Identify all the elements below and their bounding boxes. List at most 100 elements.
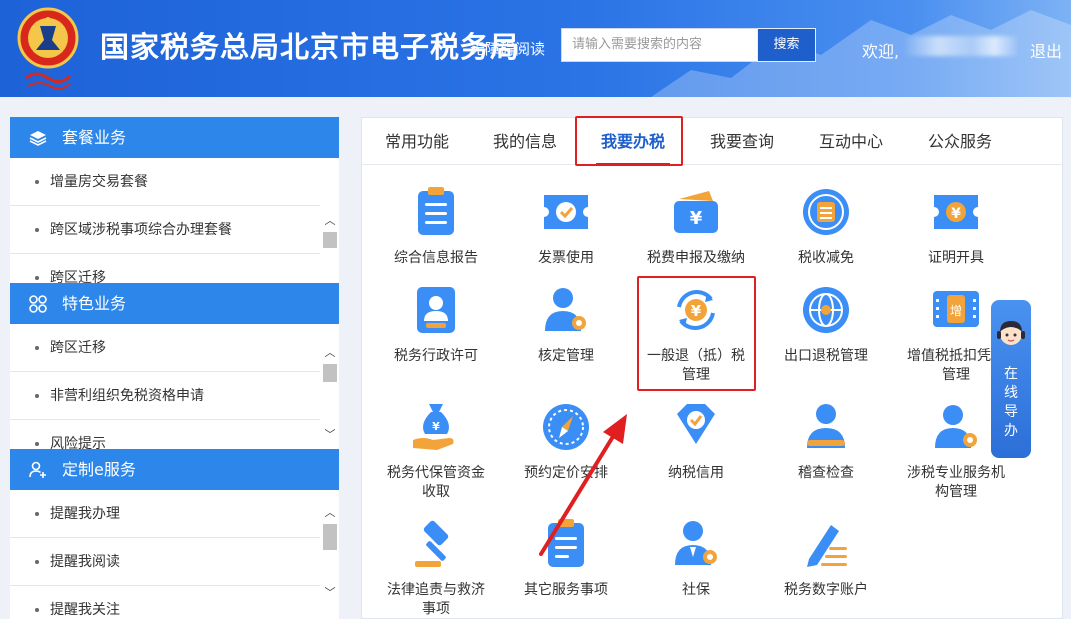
scroll-up-icon[interactable]: ︿ (323, 346, 337, 360)
service-export-refund[interactable]: 出口退税管理 (761, 283, 891, 366)
service-label: 稽查检查 (798, 465, 854, 481)
search-button[interactable]: 搜索 (757, 28, 816, 62)
scroll-thumb[interactable] (323, 232, 337, 248)
sidebar-item[interactable]: 风险提示 (10, 420, 320, 449)
service-social-security[interactable]: 社保 (631, 517, 761, 600)
user-gear-icon (935, 405, 977, 448)
sidebar-section-custom[interactable]: 定制e服务 (10, 449, 339, 490)
accessible-reading-link[interactable]: 无障碍阅读 (470, 38, 545, 59)
scrollbar[interactable]: ︿ ﹀ (323, 214, 337, 283)
sidebar-section-list: 跨区迁移 非营利组织免税资格申请 风险提示 ︿ ﹀ (10, 324, 339, 449)
tax-seal-icon (803, 189, 849, 235)
clipboard-icon (418, 187, 454, 235)
service-tax-credit[interactable]: 纳税信用 (631, 400, 761, 483)
globe-icon (803, 287, 849, 333)
red-arrow-annotation (539, 414, 627, 556)
refund-highlight-annotation (637, 276, 756, 391)
sidebar-item[interactable]: 增量房交易套餐 (10, 158, 320, 206)
money-bag-hand-icon: ¥ (413, 404, 454, 450)
sidebar-section-title: 套餐业务 (62, 128, 127, 147)
sidebar-item[interactable]: 非营利组织免税资格申请 (10, 372, 320, 420)
sidebar-section-featured[interactable]: 特色业务 (10, 283, 339, 324)
sidebar-section-list: 提醒我办理 提醒我阅读 提醒我关注 ︿ ﹀ (10, 490, 339, 619)
svg-text:¥: ¥ (690, 208, 703, 229)
service-digital-account[interactable]: 税务数字账户 (761, 517, 891, 600)
service-inspection[interactable]: 稽查检查 (761, 400, 891, 483)
scroll-thumb[interactable] (323, 524, 337, 550)
guide-char: 导 (1004, 404, 1018, 420)
tab-common[interactable]: 常用功能 (372, 118, 462, 165)
tab-bar: 常用功能 我的信息 我要办税 我要查询 互动中心 公众服务 (362, 118, 1062, 166)
svg-text:增: 增 (950, 304, 962, 318)
online-guide-widget[interactable]: 在 线 导 办 (991, 300, 1031, 458)
service-label: 税收减免 (798, 250, 854, 266)
scroll-up-icon[interactable]: ︿ (323, 214, 337, 228)
service-assessment-management[interactable]: 核定管理 (501, 283, 631, 366)
gavel-icon (415, 520, 449, 567)
service-label: 综合信息报告 (394, 250, 478, 266)
sidebar-item[interactable]: 提醒我关注 (10, 586, 320, 619)
logout-link[interactable]: 退出 (1030, 38, 1062, 62)
user-plus-icon (29, 461, 46, 478)
service-label: 出口退税管理 (784, 348, 868, 364)
service-label: 税费申报及缴纳 (647, 250, 745, 266)
sidebar-item[interactable]: 跨区域涉税事项综合办理套餐 (10, 206, 320, 254)
site-header: 国家税务总局北京市电子税务局 无障碍阅读 请输入需要搜索的内容 搜索 欢迎, 退… (0, 0, 1071, 97)
sidebar: 套餐业务 增量房交易套餐 跨区域涉税事项综合办理套餐 跨区迁移 ︿ ﹀ 特色业务… (10, 117, 339, 619)
diamond-check-icon (677, 404, 715, 444)
service-tax-reduction[interactable]: 税收减免 (761, 185, 891, 268)
sidebar-item[interactable]: 跨区迁移 (10, 254, 320, 283)
scrollbar[interactable]: ︿ ﹀ (323, 506, 337, 619)
service-label: 法律追责与救济事项 (387, 582, 485, 617)
scroll-thumb[interactable] (323, 364, 337, 382)
grid-icon (29, 295, 47, 313)
search-input[interactable]: 请输入需要搜索的内容 (561, 28, 757, 62)
tab-query[interactable]: 我要查询 (697, 118, 787, 165)
person-gear-icon (675, 521, 717, 565)
service-label: 税务数字账户 (784, 582, 868, 598)
service-admin-license[interactable]: 税务行政许可 (371, 283, 501, 366)
tab-highlight-annotation (575, 116, 683, 166)
service-label: 核定管理 (538, 348, 594, 364)
tab-interaction[interactable]: 互动中心 (806, 118, 896, 165)
service-label: 税务行政许可 (394, 348, 478, 364)
sidebar-section-package[interactable]: 套餐业务 (10, 117, 339, 158)
service-label: 税务代保管资金收取 (387, 465, 485, 500)
scroll-up-icon[interactable]: ︿ (323, 506, 337, 520)
service-tax-filing-payment[interactable]: ¥ 税费申报及缴纳 (631, 185, 761, 268)
service-label: 发票使用 (538, 250, 594, 266)
svg-text:¥: ¥ (432, 420, 440, 433)
service-comprehensive-report[interactable]: 综合信息报告 (371, 185, 501, 268)
scroll-down-icon[interactable]: ﹀ (323, 428, 337, 442)
id-badge-icon (417, 287, 455, 333)
tax-emblem-logo (17, 7, 79, 90)
service-label: 涉税专业服务机构管理 (907, 465, 1005, 500)
tab-my-info[interactable]: 我的信息 (480, 118, 570, 165)
pen-lines-icon (807, 525, 847, 567)
sidebar-item[interactable]: 提醒我阅读 (10, 538, 320, 586)
service-certificate-issue[interactable]: ¥ 证明开具 (891, 185, 1021, 268)
inspector-icon (807, 404, 845, 448)
guide-char: 办 (1004, 423, 1018, 439)
service-label: 其它服务事项 (524, 582, 608, 598)
scrollbar[interactable]: ︿ ﹀ (323, 346, 337, 449)
customer-service-avatar-icon (997, 321, 1025, 345)
svg-text:¥: ¥ (951, 206, 961, 222)
welcome-text: 欢迎, (862, 42, 900, 61)
certificate-icon: ¥ (934, 195, 978, 229)
online-guide-label: 在 线 导 办 (991, 365, 1031, 441)
sidebar-item[interactable]: 跨区迁移 (10, 324, 320, 372)
guide-char: 线 (1004, 385, 1018, 401)
vat-ticket-icon: 增 (933, 291, 979, 327)
scroll-down-icon[interactable]: ﹀ (323, 586, 337, 600)
service-legal-remedy[interactable]: 法律追责与救济事项 (371, 517, 501, 619)
guide-char: 在 (1004, 366, 1018, 382)
service-invoice-use[interactable]: 发票使用 (501, 185, 631, 268)
sidebar-item[interactable]: 提醒我办理 (10, 490, 320, 538)
tab-public-service[interactable]: 公众服务 (915, 118, 1005, 165)
ticket-check-icon (544, 195, 588, 229)
service-custody-funds[interactable]: ¥ 税务代保管资金收取 (371, 400, 501, 502)
sidebar-section-list: 增量房交易套餐 跨区域涉税事项综合办理套餐 跨区迁移 ︿ ﹀ (10, 158, 339, 283)
sidebar-section-title: 特色业务 (62, 294, 127, 313)
service-label: 证明开具 (928, 250, 984, 266)
